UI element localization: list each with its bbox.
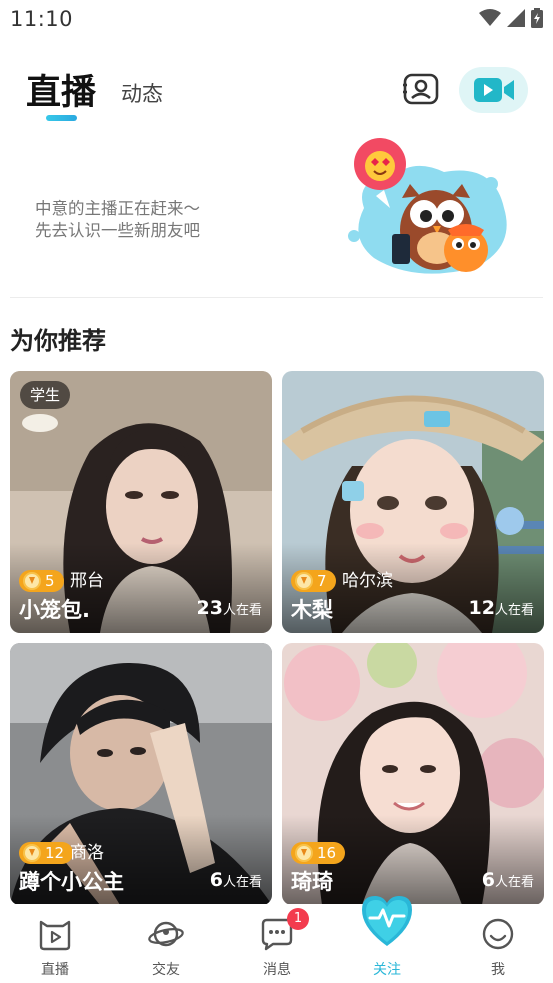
level-coin-icon xyxy=(23,572,41,590)
nav-label: 直播 xyxy=(41,962,69,978)
start-live-camera-button[interactable] xyxy=(401,70,441,110)
level-badge: 5 xyxy=(19,570,64,592)
streamer-city: 哈尔滨 xyxy=(342,571,393,591)
streamer-name: 木梨 xyxy=(291,598,333,622)
streamer-card[interactable]: 16 琦琦 6人在看 xyxy=(282,643,544,905)
level-badge: 12 xyxy=(19,842,74,864)
smile-icon xyxy=(482,918,514,950)
section-divider xyxy=(10,297,543,298)
status-time: 11:10 xyxy=(10,7,74,31)
level-badge: 16 xyxy=(291,842,346,864)
tv-cat-icon xyxy=(39,920,71,951)
battery-icon xyxy=(531,8,543,28)
active-tab-indicator xyxy=(46,115,77,121)
video-call-button[interactable] xyxy=(459,67,528,113)
bottom-nav: 直播 交友 1 消息 关注 我 xyxy=(0,896,553,983)
planet-icon xyxy=(148,921,184,947)
nav-label: 关注 xyxy=(373,962,401,978)
app-screen: 11:10 直播 动态 中意的主播正在赶来～ 先去认识一些新朋友吧 为你推荐 学… xyxy=(0,0,553,983)
viewer-count: 6人在看 xyxy=(209,869,262,891)
nav-item-friends[interactable]: 交友 xyxy=(121,904,211,983)
viewer-count: 12人在看 xyxy=(468,597,534,619)
recommend-title: 为你推荐 xyxy=(10,327,106,355)
streamer-card[interactable]: 学生 5 邢台 小笼包. 23人在看 xyxy=(10,371,272,633)
nav-item-messages[interactable]: 1 消息 xyxy=(232,904,322,983)
viewer-count: 6人在看 xyxy=(481,869,534,891)
video-camera-icon xyxy=(473,78,514,102)
viewer-count: 23人在看 xyxy=(196,597,262,619)
streamer-card[interactable]: 12 商洛 蹲个小公主 6人在看 xyxy=(10,643,272,905)
level-coin-icon xyxy=(23,844,41,862)
streamer-city: 商洛 xyxy=(70,843,104,863)
camera-user-icon xyxy=(403,73,439,105)
banner-line-1: 中意的主播正在赶来～ xyxy=(35,199,200,218)
signal-icon xyxy=(507,9,525,27)
streamer-name: 琦琦 xyxy=(291,870,333,894)
nav-label: 我 xyxy=(491,962,505,978)
banner-line-2: 先去认识一些新朋友吧 xyxy=(35,221,200,240)
status-bar: 11:10 xyxy=(0,0,553,38)
streamer-name: 蹲个小公主 xyxy=(19,870,124,894)
tab-live[interactable]: 直播 xyxy=(26,64,96,115)
level-coin-icon xyxy=(295,844,313,862)
nav-label: 消息 xyxy=(263,962,291,978)
nav-item-follow[interactable]: 关注 xyxy=(342,896,432,983)
streamer-city: 邢台 xyxy=(70,571,104,591)
unread-badge: 1 xyxy=(287,908,309,930)
tab-dynamics[interactable]: 动态 xyxy=(121,78,163,108)
empty-follow-banner: 中意的主播正在赶来～ 先去认识一些新朋友吧 xyxy=(0,134,553,294)
banner-message: 中意的主播正在赶来～ 先去认识一些新朋友吧 xyxy=(35,198,200,242)
status-icons xyxy=(479,8,543,28)
identity-tag: 学生 xyxy=(20,381,71,409)
owl-mascot-illustration xyxy=(348,138,507,274)
nav-item-live[interactable]: 直播 xyxy=(10,904,100,983)
nav-label: 交友 xyxy=(152,962,180,978)
wifi-icon xyxy=(479,9,501,26)
top-header: 直播 动态 xyxy=(0,56,553,126)
heart-pulse-icon xyxy=(362,896,412,946)
streamer-card[interactable]: 7 哈尔滨 木梨 12人在看 xyxy=(282,371,544,633)
nav-item-me[interactable]: 我 xyxy=(453,904,543,983)
level-coin-icon xyxy=(295,572,313,590)
streamer-name: 小笼包. xyxy=(19,598,90,622)
level-badge: 7 xyxy=(291,570,336,592)
